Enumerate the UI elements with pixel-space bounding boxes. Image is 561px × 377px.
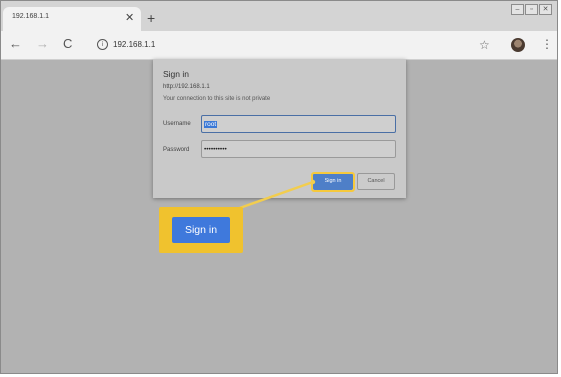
profile-avatar[interactable] [511,38,525,52]
dialog-title: Sign in [163,69,189,79]
sign-in-highlight-outline [311,172,355,192]
dialog-cancel-button[interactable]: Cancel [357,173,395,190]
restore-icon[interactable]: ▫ [525,4,538,15]
username-value: root [204,121,218,128]
tab-title: 192.168.1.1 [12,13,49,20]
window-controls: – ▫ ✕ [511,4,552,15]
password-field[interactable]: •••••••••• [201,140,396,158]
browser-toolbar: ← → C i 192.168.1.1 ☆ ⋮ [1,31,557,60]
username-selection: root [204,121,218,128]
back-arrow-icon[interactable]: ← [9,37,22,51]
callout-sign-in-button[interactable]: Sign in [172,217,230,243]
username-field[interactable]: root [201,115,396,133]
new-tab-icon[interactable]: + [147,11,155,25]
dialog-url: http://192.168.1.1 [163,84,210,90]
password-value: •••••••••• [204,146,227,153]
sign-in-callout: Sign in [159,207,243,253]
dialog-privacy-note: Your connection to this site is not priv… [163,96,271,102]
forward-arrow-icon[interactable]: → [36,37,49,51]
sign-in-dialog: Sign in http://192.168.1.1 Your connecti… [153,59,406,198]
username-label: Username [163,121,191,127]
browser-window: 192.168.1.1 ✕ + – ▫ ✕ ← → C i 192.168.1.… [0,0,558,374]
password-label: Password [163,147,190,153]
tab-router[interactable]: 192.168.1.1 ✕ [3,7,141,31]
minimize-icon[interactable]: – [511,4,524,15]
menu-kebab-icon[interactable]: ⋮ [541,37,553,51]
reload-icon[interactable]: C [63,37,72,51]
address-bar[interactable]: 192.168.1.1 [113,40,155,49]
close-tab-icon[interactable]: ✕ [125,12,134,24]
window-close-icon[interactable]: ✕ [539,4,552,15]
tab-strip: 192.168.1.1 ✕ + – ▫ ✕ [1,1,557,31]
bookmark-star-icon[interactable]: ☆ [479,38,490,52]
info-icon[interactable]: i [97,39,108,50]
